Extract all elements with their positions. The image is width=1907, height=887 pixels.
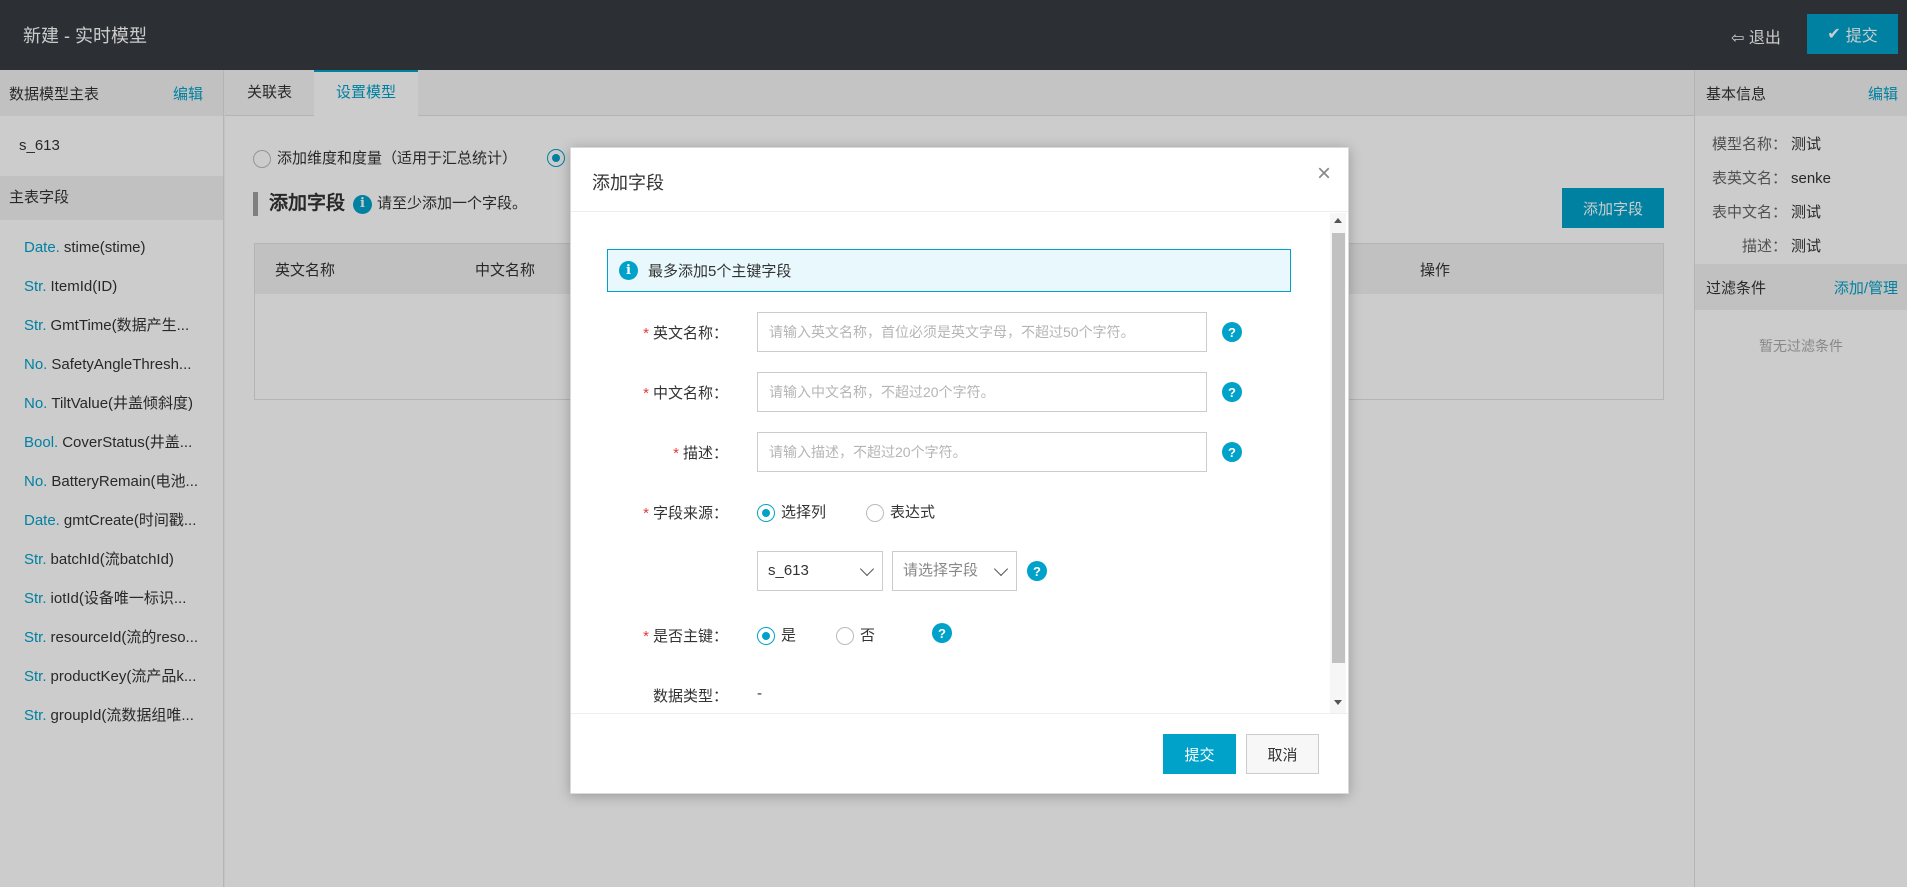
help-icon[interactable]: ? [1222, 442, 1242, 462]
primary-key-row: * 是否主键： 是 否 ? [571, 615, 1331, 655]
help-icon[interactable]: ? [1222, 382, 1242, 402]
data-type-row: 数据类型： - [652, 685, 762, 705]
dialog-header: 添加字段 × [571, 148, 1348, 212]
field-source-row: * 字段来源： 选择列 表达式 [571, 492, 1331, 532]
scroll-down-icon[interactable] [1334, 700, 1342, 705]
source-select-row: s_613 请选择字段 ? [571, 551, 1331, 591]
help-icon[interactable]: ? [1222, 322, 1242, 342]
dialog-body: i 最多添加5个主键字段 *英文名称： ? *中文名称： ? *描述： ? *字… [571, 213, 1348, 713]
help-icon[interactable]: ? [1027, 561, 1047, 581]
description-row: *描述： ? [571, 432, 1331, 472]
scroll-thumb[interactable] [1332, 233, 1345, 663]
radio-circle [866, 504, 885, 523]
dialog-footer: 提交 取消 [571, 713, 1348, 793]
dialog-scrollbar[interactable] [1330, 213, 1346, 713]
english-name-input[interactable] [757, 312, 1207, 352]
description-input[interactable] [757, 432, 1207, 472]
dialog-cancel-button[interactable]: 取消 [1246, 734, 1319, 774]
add-field-dialog: 添加字段 × i 最多添加5个主键字段 *英文名称： ? *中文名称： ? *描… [570, 147, 1349, 794]
source-option-column[interactable]: 选择列 [757, 501, 826, 523]
scroll-up-icon[interactable] [1334, 218, 1342, 223]
dialog-submit-button[interactable]: 提交 [1163, 734, 1236, 774]
primary-key-no[interactable]: 否 [836, 624, 875, 646]
close-icon[interactable]: × [1314, 162, 1334, 186]
chevron-down-icon [993, 561, 1009, 577]
radio-circle [836, 627, 855, 646]
required-mark: * [643, 505, 649, 522]
data-type-value: - [757, 685, 762, 702]
chinese-name-row: *中文名称： ? [571, 372, 1331, 412]
table-select[interactable]: s_613 [757, 551, 883, 591]
required-mark: * [643, 385, 649, 402]
chevron-down-icon [859, 561, 875, 577]
english-name-row: *英文名称： ? [571, 312, 1331, 352]
source-option-expression[interactable]: 表达式 [866, 501, 935, 523]
radio-circle [757, 504, 775, 523]
radio-circle [757, 627, 775, 646]
required-mark: * [643, 628, 649, 645]
info-icon: i [619, 261, 638, 280]
chinese-name-input[interactable] [757, 372, 1207, 412]
dialog-title: 添加字段 [592, 173, 664, 193]
notice-banner: i 最多添加5个主键字段 [607, 249, 1291, 292]
required-mark: * [673, 445, 679, 462]
primary-key-yes[interactable]: 是 [757, 624, 796, 646]
field-select[interactable]: 请选择字段 [892, 551, 1017, 591]
required-mark: * [643, 325, 649, 342]
help-icon[interactable]: ? [932, 623, 952, 643]
